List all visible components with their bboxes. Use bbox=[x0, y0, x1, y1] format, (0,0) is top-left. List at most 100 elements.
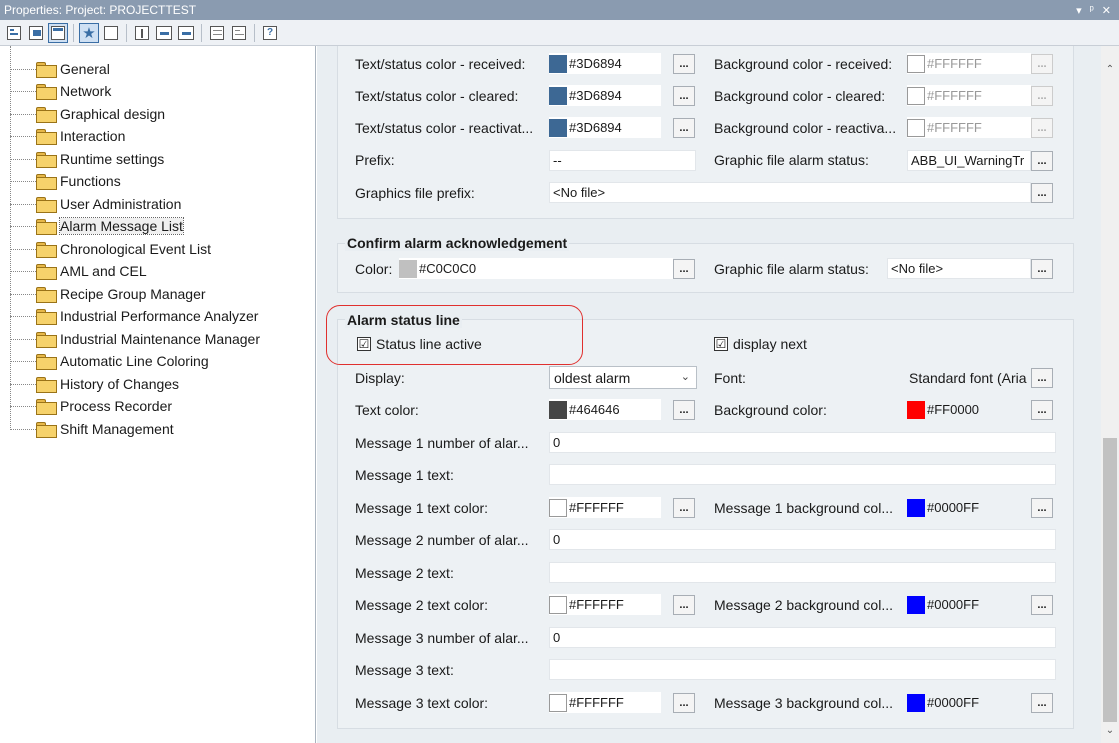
message-2-number-input[interactable]: 0 bbox=[549, 529, 1056, 550]
message-3-bg-color-browse-button[interactable]: ... bbox=[1031, 693, 1053, 713]
tree-item-interaction[interactable]: Interaction bbox=[0, 125, 125, 147]
tree-item-chronological-event-list[interactable]: Chronological Event List bbox=[0, 238, 211, 260]
color-swatch bbox=[549, 54, 567, 73]
tree-item-network[interactable]: Network bbox=[0, 80, 111, 102]
cleared-color-browse-button[interactable]: ... bbox=[673, 86, 695, 106]
color-swatch bbox=[549, 86, 567, 105]
tree-item-graphical-design[interactable]: Graphical design bbox=[0, 103, 165, 125]
font-browse-button[interactable]: ... bbox=[1031, 368, 1053, 388]
scroll-thumb[interactable] bbox=[1103, 438, 1117, 722]
message-1-text-color-browse-button[interactable]: ... bbox=[673, 498, 695, 518]
window-title: Properties: Project: PROJECTTEST bbox=[4, 3, 197, 17]
message-3-text-color-browse-button[interactable]: ... bbox=[673, 693, 695, 713]
bg-reactivated-field[interactable]: #FFFFFF bbox=[907, 117, 1031, 138]
received-color-field[interactable]: #3D6894 bbox=[549, 53, 661, 74]
tree-item-runtime-settings[interactable]: Runtime settings bbox=[0, 148, 164, 170]
color-swatch bbox=[549, 595, 567, 614]
close-icon[interactable]: ✕ bbox=[1102, 4, 1111, 17]
highlight-annotation bbox=[326, 305, 583, 365]
display-next-checkbox[interactable]: ☑ display next bbox=[714, 336, 807, 352]
confirm-color-field[interactable]: #C0C0C0 bbox=[399, 258, 673, 279]
color-value: #3D6894 bbox=[569, 56, 622, 71]
sort-alpha-icon[interactable] bbox=[26, 23, 46, 43]
received-color-label: Text/status color - received: bbox=[355, 56, 526, 72]
message-1-bg-color-field[interactable]: #0000FF bbox=[907, 497, 1031, 518]
text-color-browse-button[interactable]: ... bbox=[673, 400, 695, 420]
message-3-bg-color-field[interactable]: #0000FF bbox=[907, 692, 1031, 713]
filter-b-icon[interactable] bbox=[229, 23, 249, 43]
color-value: #C0C0C0 bbox=[419, 261, 477, 276]
color-value: #3D6894 bbox=[569, 120, 622, 135]
bg-color-browse-button[interactable]: ... bbox=[1031, 400, 1053, 420]
font-label: Font: bbox=[714, 370, 746, 386]
bg-received-browse-button[interactable]: ... bbox=[1031, 54, 1053, 74]
tree-item-user-administration[interactable]: User Administration bbox=[0, 193, 181, 215]
description-icon[interactable] bbox=[101, 23, 121, 43]
confirm-color-browse-button[interactable]: ... bbox=[673, 259, 695, 279]
confirm-graphic-browse-button[interactable]: ... bbox=[1031, 259, 1053, 279]
bg-cleared-browse-button[interactable]: ... bbox=[1031, 86, 1053, 106]
received-color-browse-button[interactable]: ... bbox=[673, 54, 695, 74]
color-value: #FFFFFF bbox=[569, 500, 624, 515]
color-swatch bbox=[907, 693, 925, 712]
message-3-number-input[interactable]: 0 bbox=[549, 627, 1056, 648]
message-2-bg-color-browse-button[interactable]: ... bbox=[1031, 595, 1053, 615]
reactivated-color-field[interactable]: #3D6894 bbox=[549, 117, 661, 138]
collapse-icon[interactable] bbox=[154, 23, 174, 43]
tree-item-automatic-line-coloring[interactable]: Automatic Line Coloring bbox=[0, 350, 209, 372]
text-color-field[interactable]: #464646 bbox=[549, 399, 661, 420]
graphics-prefix-browse-button[interactable]: ... bbox=[1031, 183, 1053, 203]
property-pages-icon[interactable] bbox=[48, 22, 68, 43]
expand-icon[interactable] bbox=[176, 23, 196, 43]
tree-item-industrial-performance-analyzer[interactable]: Industrial Performance Analyzer bbox=[0, 305, 258, 327]
tree-item-label: AML and CEL bbox=[60, 263, 147, 279]
graphic-alarm-status-browse-button[interactable]: ... bbox=[1031, 151, 1053, 171]
vertical-scrollbar[interactable]: ⌃ ⌄ bbox=[1101, 46, 1119, 743]
message-1-number-label: Message 1 number of alar... bbox=[355, 435, 529, 451]
sort-categories-icon[interactable] bbox=[4, 23, 24, 43]
tree-item-history-of-changes[interactable]: History of Changes bbox=[0, 373, 179, 395]
message-3-text-color-field[interactable]: #FFFFFF bbox=[549, 692, 661, 713]
tree-item-process-recorder[interactable]: Process Recorder bbox=[0, 395, 172, 417]
tree-item-recipe-group-manager[interactable]: Recipe Group Manager bbox=[0, 283, 206, 305]
message-1-text-input[interactable] bbox=[549, 464, 1056, 485]
reactivated-color-browse-button[interactable]: ... bbox=[673, 118, 695, 138]
graphic-alarm-status-field[interactable]: ABB_UI_WarningTr bbox=[907, 150, 1031, 171]
message-2-text-input[interactable] bbox=[549, 562, 1056, 583]
graphics-prefix-label: Graphics file prefix: bbox=[355, 185, 475, 201]
display-label: Display: bbox=[355, 370, 405, 386]
message-1-number-input[interactable]: 0 bbox=[549, 432, 1056, 453]
scroll-down-icon[interactable]: ⌄ bbox=[1101, 721, 1119, 739]
message-1-text-color-field[interactable]: #FFFFFF bbox=[549, 497, 661, 518]
message-2-bg-color-field[interactable]: #0000FF bbox=[907, 594, 1031, 615]
tree-item-aml-and-cel[interactable]: AML and CEL bbox=[0, 260, 147, 282]
scroll-up-icon[interactable]: ⌃ bbox=[1101, 60, 1119, 78]
graphics-prefix-field[interactable]: <No file> bbox=[549, 182, 1031, 203]
tree-item-industrial-maintenance-manager[interactable]: Industrial Maintenance Manager bbox=[0, 328, 260, 350]
color-swatch bbox=[549, 400, 567, 419]
show-all-icon[interactable] bbox=[132, 23, 152, 43]
message-3-text-input[interactable] bbox=[549, 659, 1056, 680]
tree-item-label: User Administration bbox=[60, 196, 182, 212]
message-2-text-color-browse-button[interactable]: ... bbox=[673, 595, 695, 615]
tree-item-functions[interactable]: Functions bbox=[0, 170, 121, 192]
pin-icon[interactable]: ᵖ bbox=[1090, 4, 1094, 17]
message-1-bg-color-browse-button[interactable]: ... bbox=[1031, 498, 1053, 518]
bg-color-field[interactable]: #FF0000 bbox=[907, 399, 1031, 420]
favorites-icon[interactable]: ★ bbox=[79, 22, 99, 43]
message-2-text-color-field[interactable]: #FFFFFF bbox=[549, 594, 661, 615]
help-icon[interactable]: ? bbox=[260, 23, 280, 43]
bg-reactivated-browse-button[interactable]: ... bbox=[1031, 118, 1053, 138]
bg-received-field[interactable]: #FFFFFF bbox=[907, 53, 1031, 74]
tree-item-shift-management[interactable]: Shift Management bbox=[0, 418, 174, 440]
filter-a-icon[interactable] bbox=[207, 23, 227, 43]
cleared-color-field[interactable]: #3D6894 bbox=[549, 85, 661, 106]
message-3-text-color-label: Message 3 text color: bbox=[355, 695, 489, 711]
display-select[interactable]: oldest alarm ⌄ bbox=[549, 366, 697, 389]
tree-item-alarm-message-list[interactable]: Alarm Message List bbox=[0, 215, 184, 237]
tree-item-general[interactable]: General bbox=[0, 58, 110, 80]
bg-cleared-field[interactable]: #FFFFFF bbox=[907, 85, 1031, 106]
prefix-input[interactable]: -- bbox=[549, 150, 696, 171]
dropdown-icon[interactable]: ▾ bbox=[1076, 4, 1082, 17]
confirm-graphic-field[interactable]: <No file> bbox=[887, 258, 1031, 279]
